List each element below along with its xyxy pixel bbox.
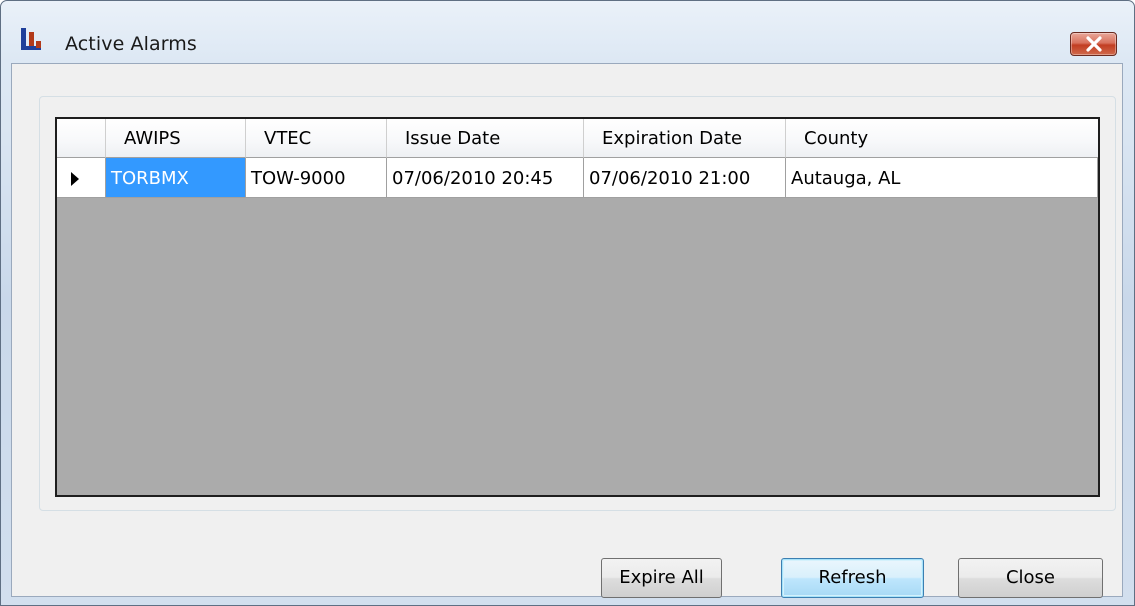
window-close-button[interactable] bbox=[1070, 32, 1117, 56]
window-title: Active Alarms bbox=[65, 33, 197, 55]
expire-all-button[interactable]: Expire All bbox=[601, 558, 722, 598]
column-header-vtec[interactable]: VTEC bbox=[246, 119, 387, 158]
column-header-issue-date[interactable]: Issue Date bbox=[387, 119, 584, 158]
current-row-arrow-icon bbox=[71, 172, 79, 186]
grid-header: AWIPS VTEC Issue Date Expiration Date Co… bbox=[57, 119, 1098, 158]
title-bar[interactable]: Active Alarms bbox=[1, 1, 1134, 63]
active-alarms-window: Active Alarms AWIPS VTEC Issue Date Expi… bbox=[0, 0, 1135, 606]
cell-awips[interactable]: TORBMX bbox=[106, 158, 246, 198]
cell-expiration-date[interactable]: 07/06/2010 21:00 bbox=[584, 158, 786, 198]
row-header-corner bbox=[57, 119, 106, 158]
column-header-expiration-date[interactable]: Expiration Date bbox=[584, 119, 786, 158]
cell-vtec[interactable]: TOW-9000 bbox=[246, 158, 387, 198]
chart-bars-icon bbox=[21, 28, 41, 50]
close-icon bbox=[1086, 36, 1102, 52]
table-row[interactable]: TORBMX TOW-9000 07/06/2010 20:45 07/06/2… bbox=[57, 158, 1098, 198]
column-header-county[interactable]: County bbox=[786, 119, 1098, 158]
row-header[interactable] bbox=[57, 158, 106, 198]
cell-county[interactable]: Autauga, AL bbox=[786, 158, 1098, 198]
alarms-grid[interactable]: AWIPS VTEC Issue Date Expiration Date Co… bbox=[55, 117, 1100, 497]
close-button[interactable]: Close bbox=[958, 558, 1103, 598]
cell-issue-date[interactable]: 07/06/2010 20:45 bbox=[387, 158, 584, 198]
column-header-awips[interactable]: AWIPS bbox=[106, 119, 246, 158]
refresh-button[interactable]: Refresh bbox=[781, 558, 924, 598]
